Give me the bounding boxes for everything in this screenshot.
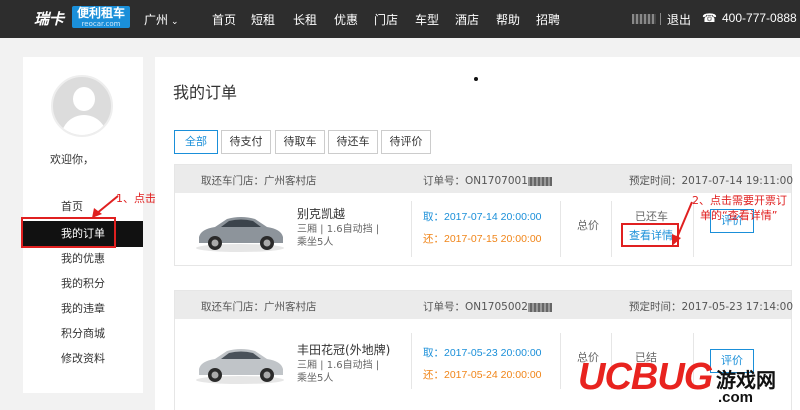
order-number-text: 订单号：ON1707001 <box>423 175 528 187</box>
return-time: 还：2017-05-24 20:00:00 <box>423 369 542 381</box>
order-store: 取还车门店：广州客村店 <box>201 301 317 313</box>
nav-item-car-models[interactable]: 车型 <box>415 11 439 28</box>
order-number-blurred <box>527 176 552 186</box>
city-label: 广州 <box>144 13 169 27</box>
order-status: 已还车 <box>635 210 668 223</box>
annotation-step-2-line-2: 单的“查看详情” <box>700 209 778 222</box>
nav-item-jobs[interactable]: 招聘 <box>536 11 560 28</box>
sidebar-item-my-coupons[interactable]: 我的优惠 <box>23 246 143 272</box>
watermark-com: .com <box>718 389 754 406</box>
sidebar-item-my-violations[interactable]: 我的违章 <box>23 296 143 322</box>
divider <box>560 201 561 257</box>
site-watermark: UCBUG 游戏网 .com <box>578 356 800 410</box>
logo-text: 瑞卡 <box>34 10 65 28</box>
phone-icon: ☎ <box>702 11 717 25</box>
divider <box>411 201 412 257</box>
nav-item-home[interactable]: 首页 <box>212 11 236 28</box>
sidebar-item-points-mall[interactable]: 积分商城 <box>23 321 143 347</box>
total-price-label: 总价 <box>577 219 599 232</box>
welcome-text: 欢迎你， <box>50 153 94 166</box>
tab-pending-pickup[interactable]: 待取车 <box>275 130 325 154</box>
order-number: 订单号：ON1705002 <box>423 299 552 314</box>
top-navbar: 瑞卡 便利租车 reocar.com 广州 ⌄ 首页 短租 长租 优惠 门店 车型… <box>0 0 800 38</box>
nav-item-stores[interactable]: 门店 <box>374 11 398 28</box>
car-description: 三厢 | 1.6自动挡 | 乘坐5人 <box>297 224 380 248</box>
car-image <box>196 349 284 384</box>
tab-pending-return[interactable]: 待还车 <box>328 130 378 154</box>
divider <box>560 333 561 389</box>
order-booked-time: 预定时间：2017-07-14 19:11:00 <box>629 175 794 187</box>
return-time: 还：2017-07-15 20:00:00 <box>423 233 542 245</box>
annotation-step-2-line-1: 2、点击需要开票订 <box>692 194 787 207</box>
order-number-blurred <box>527 302 552 312</box>
tab-pending-payment[interactable]: 待支付 <box>221 130 271 154</box>
pickup-time: 取：2017-07-14 20:00:00 <box>423 211 542 223</box>
car-image <box>196 217 284 252</box>
nav-item-hotels[interactable]: 酒店 <box>455 11 479 28</box>
tab-all[interactable]: 全部 <box>174 130 218 154</box>
username-blurred[interactable] <box>632 14 656 24</box>
avatar-body-shape <box>61 115 107 135</box>
avatar[interactable] <box>51 75 113 137</box>
page-title: 我的订单 <box>173 83 238 102</box>
chevron-down-icon: ⌄ <box>171 17 179 27</box>
city-selector[interactable]: 广州 ⌄ <box>144 11 179 28</box>
car-description: 三厢 | 1.6自动挡 | 乘坐5人 <box>297 360 380 384</box>
divider <box>660 13 661 25</box>
logo-badge-text: 便利租车 <box>76 6 125 20</box>
nav-item-promotions[interactable]: 优惠 <box>334 11 358 28</box>
avatar-head-shape <box>73 87 95 111</box>
tab-pending-review[interactable]: 待评价 <box>381 130 431 154</box>
sidebar-item-edit-profile[interactable]: 修改资料 <box>23 346 143 372</box>
order-number-text: 订单号：ON1705002 <box>423 301 528 313</box>
car-name: 丰田花冠(外地牌) <box>297 343 391 357</box>
nav-item-help[interactable]: 帮助 <box>496 11 520 28</box>
divider <box>411 333 412 389</box>
order-booked-time: 预定时间：2017-05-23 17:14:00 <box>629 301 794 313</box>
brand-logo[interactable]: 瑞卡 便利租车 reocar.com <box>34 6 132 30</box>
divider <box>611 201 612 257</box>
order-header: 取还车门店：广州客村店 订单号：ON1707001 预定时间：2017-07-1… <box>175 165 794 193</box>
stray-dot <box>474 77 478 81</box>
order-number: 订单号：ON1707001 <box>423 173 552 188</box>
annotation-highlight-my-orders <box>21 217 116 248</box>
nav-item-long-rent[interactable]: 长租 <box>293 11 317 28</box>
order-header: 取还车门店：广州客村店 订单号：ON1705002 预定时间：2017-05-2… <box>175 291 794 319</box>
hotline-number: 400-777-0888 <box>722 11 797 25</box>
logo-badge: 便利租车 reocar.com <box>72 6 130 28</box>
nav-item-short-rent[interactable]: 短租 <box>251 11 275 28</box>
watermark-brand: UCBUG <box>578 356 713 398</box>
logo-sub-text: reocar.com <box>81 20 121 28</box>
order-store: 取还车门店：广州客村店 <box>201 175 317 187</box>
sidebar-item-my-points[interactable]: 我的积分 <box>23 271 143 297</box>
logout-link[interactable]: 退出 <box>667 11 691 28</box>
pickup-time: 取：2017-05-23 20:00:00 <box>423 347 542 359</box>
car-name: 别克凯越 <box>297 207 346 221</box>
